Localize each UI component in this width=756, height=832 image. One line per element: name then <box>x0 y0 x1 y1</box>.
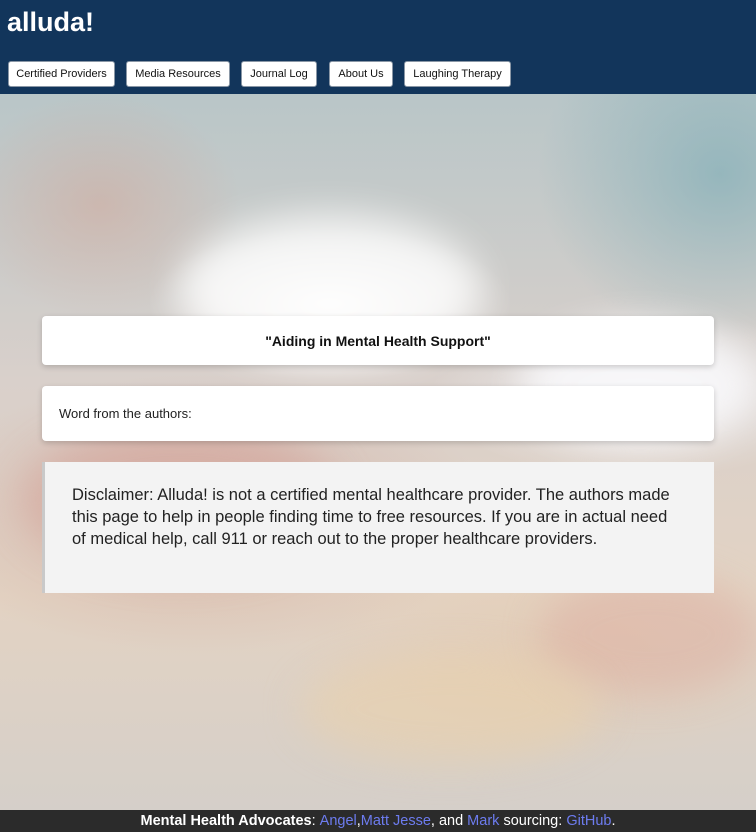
site-header: alluda! Certified Providers Media Resour… <box>0 0 756 94</box>
nav-certified-providers-button[interactable]: Certified Providers <box>8 61 115 87</box>
nav-laughing-therapy-button[interactable]: Laughing Therapy <box>404 61 511 87</box>
footer-link-github[interactable]: GitHub <box>566 813 611 829</box>
footer-link-angel[interactable]: Angel <box>320 813 357 829</box>
disclaimer-block: Disclaimer: Alluda! is not a certified m… <box>42 462 714 593</box>
footer-link-matt-jesse[interactable]: Matt Jesse <box>361 813 431 829</box>
nav-bar: Certified Providers Media Resources Jour… <box>0 61 756 87</box>
site-logo[interactable]: alluda! <box>7 7 94 38</box>
footer-link-mark[interactable]: Mark <box>467 813 499 829</box>
nav-about-us-button[interactable]: About Us <box>329 61 393 87</box>
footer-label: Mental Health Advocates <box>140 813 312 829</box>
site-footer: Mental Health Advocates: Angel, Matt Jess… <box>0 810 756 832</box>
hero-background-image <box>0 94 756 810</box>
nav-journal-log-button[interactable]: Journal Log <box>241 61 317 87</box>
authors-word-card: Word from the authors: <box>42 386 714 441</box>
nav-media-resources-button[interactable]: Media Resources <box>126 61 230 87</box>
tagline-card: "Aiding in Mental Health Support" <box>42 316 714 365</box>
